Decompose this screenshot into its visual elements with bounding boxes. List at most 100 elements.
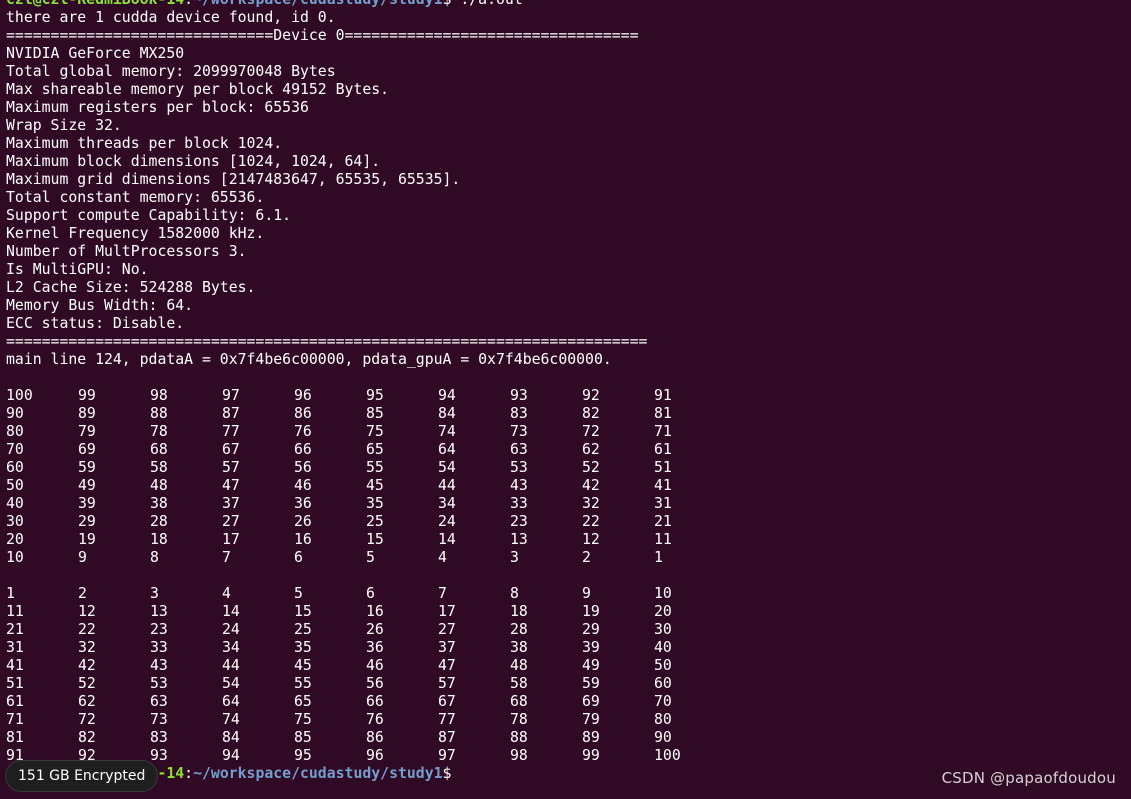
matrix-cell: 97	[438, 747, 456, 764]
matrix-cell: 25	[366, 513, 384, 530]
matrix-cell: 40	[654, 639, 672, 656]
matrix-cell: 39	[78, 495, 96, 512]
matrix-cell: 32	[582, 495, 600, 512]
matrix-cell: 13	[510, 531, 528, 548]
matrix-cell: 37	[222, 495, 240, 512]
matrix-cell: 53	[150, 675, 168, 692]
matrix-cell: 18	[150, 531, 168, 548]
matrix-descending: 100 99 98 97 96 95 94 93 92 91 90 89 88 87 86 85 84 83 82 8…	[6, 387, 1131, 567]
matrix-cell: 52	[582, 459, 600, 476]
output-line: Support compute Capability: 6.1.	[6, 207, 292, 224]
matrix-cell: 96	[366, 747, 384, 764]
matrix-cell: 51	[654, 459, 672, 476]
matrix-cell: 37	[438, 639, 456, 656]
matrix-cell: 84	[438, 405, 456, 422]
output-line: main line 124, pdataA = 0x7f4be6c00000, …	[6, 351, 612, 368]
matrix-cell: 3	[510, 549, 519, 566]
matrix-cell: 30	[6, 513, 24, 530]
matrix-cell: 60	[654, 675, 672, 692]
matrix-cell: 19	[78, 531, 96, 548]
matrix-cell: 67	[438, 693, 456, 710]
matrix-cell: 100	[6, 387, 33, 404]
matrix-cell: 59	[582, 675, 600, 692]
matrix-cell: 86	[294, 405, 312, 422]
program-output: there are 1 cudda device found, id 0. ===…	[6, 9, 1131, 369]
matrix-cell: 14	[222, 603, 240, 620]
matrix-cell: 33	[150, 639, 168, 656]
matrix-cell: 70	[6, 441, 24, 458]
matrix-row: 91 92 93 94 95 96 97 98 99 100	[6, 747, 1131, 765]
matrix-cell: 45	[366, 477, 384, 494]
matrix-cell: 54	[222, 675, 240, 692]
matrix-row: 31 32 33 34 35 36 37 38 39 40	[6, 639, 1131, 657]
matrix-cell: 46	[294, 477, 312, 494]
matrix-cell: 16	[294, 531, 312, 548]
matrix-cell: 80	[6, 423, 24, 440]
matrix-cell: 64	[438, 441, 456, 458]
matrix-cell: 3	[150, 585, 159, 602]
matrix-cell: 7	[222, 549, 231, 566]
matrix-cell: 53	[510, 459, 528, 476]
matrix-cell: 66	[366, 693, 384, 710]
matrix-cell: 87	[222, 405, 240, 422]
matrix-cell: 50	[654, 657, 672, 674]
matrix-cell: 21	[6, 621, 24, 638]
matrix-row: 40 39 38 37 36 35 34 33 32 31	[6, 495, 1131, 513]
output-line: L2 Cache Size: 524288 Bytes.	[6, 279, 256, 296]
matrix-cell: 28	[510, 621, 528, 638]
matrix-cell: 95	[366, 387, 384, 404]
matrix-cell: 73	[510, 423, 528, 440]
output-line: Maximum grid dimensions [2147483647, 655…	[6, 171, 461, 188]
matrix-cell: 77	[222, 423, 240, 440]
matrix-cell: 12	[78, 603, 96, 620]
output-line: ========================================…	[6, 333, 648, 350]
matrix-cell: 89	[582, 729, 600, 746]
terminal[interactable]: czl@czl-RedmiBook-14:~/workspace/cudastu…	[6, 0, 1131, 783]
matrix-cell: 66	[294, 441, 312, 458]
matrix-cell: 61	[654, 441, 672, 458]
matrix-row: 21 22 23 24 25 26 27 28 29 30	[6, 621, 1131, 639]
matrix-cell: 45	[294, 657, 312, 674]
matrix-cell: 9	[78, 549, 87, 566]
matrix-cell: 39	[582, 639, 600, 656]
matrix-cell: 69	[78, 441, 96, 458]
matrix-cell: 50	[6, 477, 24, 494]
matrix-cell: 40	[6, 495, 24, 512]
matrix-ascending: 1 2 3 4 5 6 7 8 9 10 11 12 13 14 15 16 17 18 19 20 21 22 23 24 2…	[6, 585, 1131, 765]
output-line: NVIDIA GeForce MX250	[6, 45, 185, 62]
matrix-cell: 63	[150, 693, 168, 710]
matrix-cell: 38	[510, 639, 528, 656]
matrix-cell: 13	[150, 603, 168, 620]
matrix-cell: 34	[222, 639, 240, 656]
matrix-cell: 23	[150, 621, 168, 638]
matrix-row: 50 49 48 47 46 45 44 43 42 41	[6, 477, 1131, 495]
output-line: Total constant memory: 65536.	[6, 189, 265, 206]
matrix-cell: 49	[78, 477, 96, 494]
matrix-row: 60 59 58 57 56 55 54 53 52 51	[6, 459, 1131, 477]
matrix-cell: 77	[438, 711, 456, 728]
matrix-cell: 54	[438, 459, 456, 476]
matrix-cell: 55	[294, 675, 312, 692]
matrix-cell: 17	[438, 603, 456, 620]
matrix-cell: 98	[150, 387, 168, 404]
matrix-cell: 62	[582, 441, 600, 458]
matrix-cell: 76	[294, 423, 312, 440]
matrix-cell: 57	[438, 675, 456, 692]
matrix-cell: 11	[654, 531, 672, 548]
matrix-cell: 1	[654, 549, 663, 566]
matrix-cell: 16	[366, 603, 384, 620]
matrix-row: 61 62 63 64 65 66 67 68 69 70	[6, 693, 1131, 711]
disk-tooltip: 151 GB Encrypted	[6, 761, 158, 791]
matrix-cell: 5	[366, 549, 375, 566]
matrix-cell: 8	[510, 585, 519, 602]
matrix-cell: 64	[222, 693, 240, 710]
matrix-cell: 72	[582, 423, 600, 440]
output-line: ==============================Device 0==…	[6, 27, 639, 44]
matrix-cell: 58	[510, 675, 528, 692]
matrix-cell: 22	[78, 621, 96, 638]
matrix-cell: 56	[294, 459, 312, 476]
output-line: Maximum threads per block 1024.	[6, 135, 283, 152]
matrix-cell: 36	[294, 495, 312, 512]
matrix-cell: 78	[510, 711, 528, 728]
matrix-cell: 20	[6, 531, 24, 548]
